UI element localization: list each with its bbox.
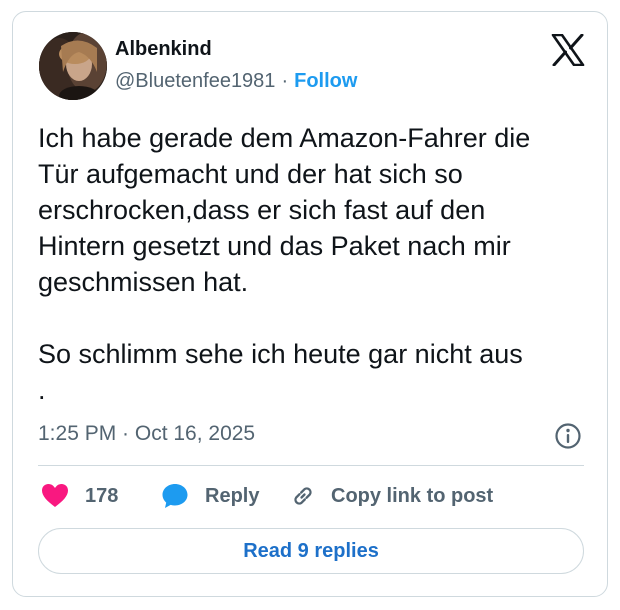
speech-bubble-icon [161,482,189,510]
avatar-image [39,32,107,100]
x-logo-icon[interactable] [551,33,585,67]
heart-icon [41,483,69,509]
copy-link-label: Copy link to post [331,484,494,507]
link-icon [289,482,317,510]
user-handle[interactable]: @Bluetenfee1981 [115,70,275,92]
copy-link-button[interactable]: Copy link to post [289,480,493,512]
like-button[interactable]: 178 [41,480,118,512]
reply-button[interactable]: Reply [161,480,259,512]
reply-label: Reply [205,484,260,507]
like-count: 178 [85,484,119,507]
tweet-timestamp[interactable]: 1:25 PM · Oct 16, 2025 [38,422,255,446]
tweet-text: Ich habe gerade dem Amazon-Fahrer die Tü… [38,123,531,405]
tweet-card: Albenkind @Bluetenfee1981 · Follow Ich hab… [12,11,608,597]
divider [38,465,584,466]
follow-button[interactable]: Follow [294,70,357,92]
handle-row: @Bluetenfee1981 · Follow [115,70,357,93]
info-icon[interactable] [554,422,582,450]
display-name[interactable]: Albenkind [115,38,212,61]
separator-dot: · [281,70,289,92]
read-replies-button[interactable]: Read 9 replies [38,528,584,574]
avatar[interactable] [39,32,107,100]
